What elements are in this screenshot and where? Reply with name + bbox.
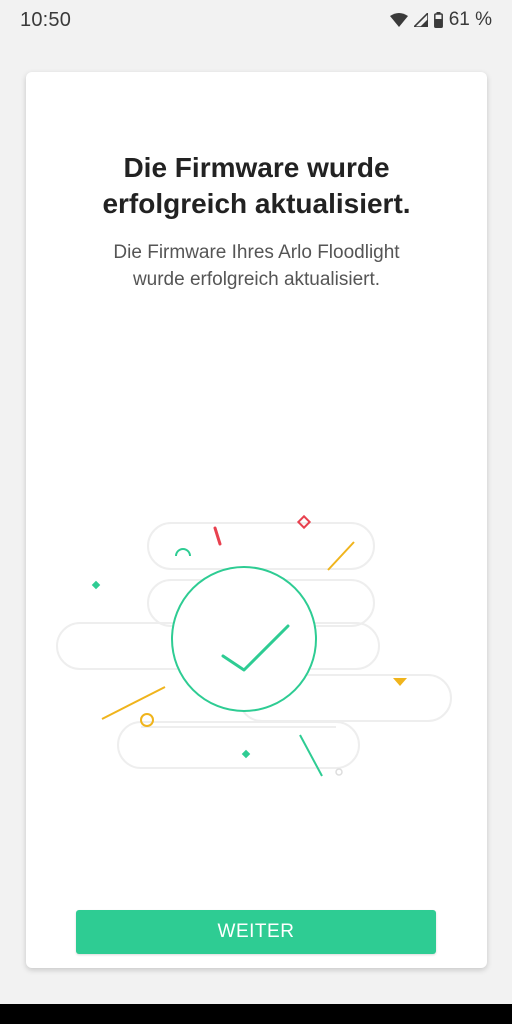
battery-icon <box>433 12 443 28</box>
status-bar: 10:50 61 % <box>0 0 512 40</box>
status-time: 10:50 <box>20 8 72 31</box>
cell-signal-icon <box>413 13 428 27</box>
continue-button[interactable]: WEITER <box>76 910 436 954</box>
wifi-icon <box>389 13 408 27</box>
checkmark-success-icon <box>56 514 452 777</box>
success-dialog: Die Firmware wurde erfolgreich aktualisi… <box>26 72 487 968</box>
battery-percent: 61 % <box>448 9 492 30</box>
navigation-bar <box>0 1004 512 1024</box>
status-icons: 61 % <box>389 9 492 31</box>
